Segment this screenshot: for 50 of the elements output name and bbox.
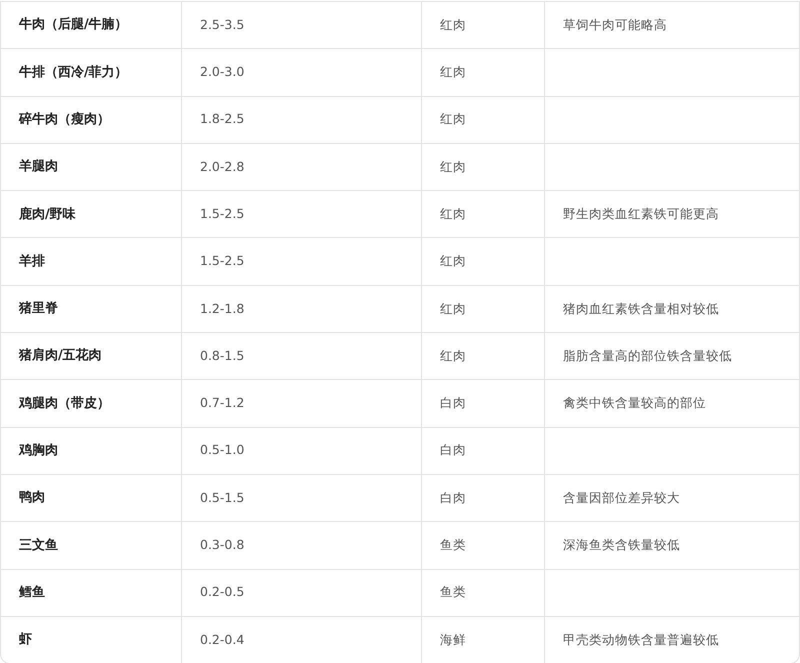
table-cell: 0.5-1.5 [200,490,244,505]
table-cell: 禽类中铁含量较高的部位 [563,395,706,410]
table-cell: 白肉 [440,442,466,458]
table-cell: 红肉 [440,16,466,32]
table-cell: 0.3-0.8 [200,537,244,552]
table-cell: 红肉 [440,206,466,221]
table-cell: 1.5-2.5 [200,206,244,221]
table-cell: 野生肉类血红素铁可能更高 [563,206,719,221]
table-cell: 0.5-1.0 [200,442,244,458]
table-cell: 1.5-2.5 [200,253,244,268]
table-cell: 草饲牛肉可能略高 [563,16,667,32]
table-cell: 0.2-0.4 [200,632,244,647]
table-cell: 0.7-1.2 [200,395,244,410]
table-cell: 鹿肉/野味 [19,206,76,222]
table-cell: 鸡胸肉 [19,443,58,458]
table-cell: 羊排 [19,254,45,269]
table-cell: 红肉 [440,64,466,80]
table-cell: 鱼类 [440,584,466,600]
table-cell: 2.5-3.5 [200,16,244,32]
table-cell: 牛肉（后腿/牛腩） [19,17,128,32]
table-cell: 鸭肉 [19,490,45,506]
table-cell: 猪肉血红素铁含量相对较低 [563,300,719,316]
table-cell: 白肉 [440,490,466,505]
table-cell: 碎牛肉（瘦肉） [19,112,110,127]
table-cell: 虾 [19,632,32,648]
table-cell: 白肉 [440,395,466,410]
table-cell: 含量因部位差异较大 [563,490,680,505]
table-cell: 鳕鱼 [19,584,45,600]
table-cell: 牛排（西冷/菲力） [19,64,128,80]
table-cell: 红肉 [440,300,466,316]
table-cell: 猪里脊 [19,301,58,316]
table-cell: 三文鱼 [19,538,58,553]
table-cell: 羊腿肉 [19,159,58,174]
table-cell: 红肉 [440,253,466,268]
table-cell: 鸡腿肉（带皮） [19,396,110,411]
table-cell: 红肉 [440,111,466,126]
table-cell: 0.8-1.5 [200,348,244,363]
table-cell: 猪肩肉/五花肉 [19,348,102,364]
table-cell: 红肉 [440,158,466,174]
table-cell: 鱼类 [440,537,466,552]
table-cell: 2.0-2.8 [200,158,244,174]
table-cell: 深海鱼类含铁量较低 [563,537,680,552]
table-cell: 红肉 [440,348,466,363]
table-cell: 1.8-2.5 [200,111,244,126]
table-cell: 脂肪含量高的部位铁含量较低 [563,348,732,363]
table-cell: 2.0-3.0 [200,64,244,80]
table-cell: 海鲜 [440,632,466,647]
table-cell: 0.2-0.5 [200,584,244,600]
table-cell: 甲壳类动物铁含量普遍较低 [563,632,719,647]
table-cell: 1.2-1.8 [200,300,244,316]
